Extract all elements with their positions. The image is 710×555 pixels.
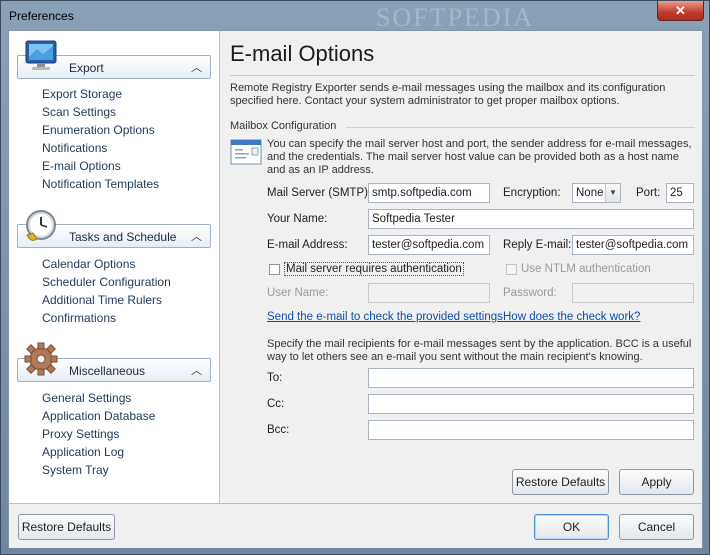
encryption-select[interactable]: None ▼ [572, 183, 621, 203]
title-divider [230, 75, 695, 76]
chevron-up-icon[interactable]: ︿ [191, 228, 202, 244]
label-cc: Cc: [267, 398, 285, 410]
main-panel: E-mail Options Remote Registry Exporter … [220, 31, 702, 503]
send-test-email-link[interactable]: Send the e-mail to check the provided se… [267, 311, 503, 323]
how-check-works-link[interactable]: How does the check work? [503, 311, 640, 323]
monitor-icon [25, 40, 57, 70]
page-title: E-mail Options [230, 41, 375, 66]
use-ntlm-checkbox[interactable] [506, 264, 517, 275]
recipients-description: Specify the mail recipients for e-mail m… [267, 338, 692, 363]
port-input[interactable] [666, 183, 694, 203]
sidebar-item-notifications[interactable]: Notifications [42, 141, 107, 155]
sidebar-item-enumeration-options[interactable]: Enumeration Options [42, 123, 155, 137]
your-name-input[interactable] [368, 209, 694, 229]
encryption-value: None [576, 187, 604, 199]
preferences-window: Preferences SOFTPEDIA ✕ Export ︿ Export … [0, 0, 710, 555]
email-address-input[interactable] [368, 235, 490, 255]
label-mail-server: Mail Server (SMTP): [267, 187, 372, 199]
window-title: Preferences [9, 9, 74, 23]
user-name-input[interactable] [368, 283, 490, 303]
label-requires-auth[interactable]: Mail server requires authentication [284, 262, 464, 276]
title-bar[interactable]: Preferences SOFTPEDIA ✕ [1, 1, 709, 32]
restore-defaults-button[interactable]: Restore Defaults [18, 514, 115, 540]
sidebar-item-application-log[interactable]: Application Log [42, 445, 124, 459]
client-area: Export ︿ Export Storage Scan Settings En… [8, 30, 703, 548]
label-reply-email: Reply E-mail: [503, 239, 572, 251]
watermark: SOFTPEDIA [376, 3, 535, 32]
clock-icon [26, 210, 56, 241]
sidebar: Export ︿ Export Storage Scan Settings En… [9, 31, 220, 503]
chevron-up-icon[interactable]: ︿ [191, 59, 202, 75]
sidebar-item-system-tray[interactable]: System Tray [42, 463, 109, 477]
chevron-up-icon[interactable]: ︿ [191, 362, 202, 378]
reply-email-input[interactable] [572, 235, 694, 255]
label-encryption: Encryption: [503, 187, 561, 199]
group-label: Tasks and Schedule [69, 230, 177, 244]
section-label-mailbox: Mailbox Configuration [230, 120, 337, 132]
sidebar-item-application-database[interactable]: Application Database [42, 409, 155, 423]
mail-config-icon [230, 139, 262, 165]
mailbox-description: You can specify the mail server host and… [267, 138, 692, 176]
label-use-ntlm: Use NTLM authentication [521, 263, 651, 275]
dropdown-arrow-icon[interactable]: ▼ [605, 184, 620, 202]
label-bcc: Bcc: [267, 424, 290, 436]
cc-input[interactable] [368, 394, 694, 414]
apply-button[interactable]: Apply [619, 469, 694, 495]
sidebar-item-proxy-settings[interactable]: Proxy Settings [42, 427, 119, 441]
to-input[interactable] [368, 368, 694, 388]
sidebar-item-confirmations[interactable]: Confirmations [42, 311, 116, 325]
label-port: Port: [636, 187, 661, 199]
label-password: Password: [503, 287, 557, 299]
ok-button[interactable]: OK [534, 514, 609, 540]
password-input[interactable] [572, 283, 694, 303]
label-email-address: E-mail Address: [267, 239, 348, 251]
cancel-button[interactable]: Cancel [619, 514, 694, 540]
sidebar-item-scheduler-configuration[interactable]: Scheduler Configuration [42, 275, 171, 289]
mail-server-input[interactable] [368, 183, 490, 203]
sidebar-item-additional-time-rulers[interactable]: Additional Time Rulers [42, 293, 162, 307]
sidebar-item-calendar-options[interactable]: Calendar Options [42, 257, 135, 271]
close-icon: ✕ [675, 3, 686, 18]
sidebar-item-email-options[interactable]: E-mail Options [42, 159, 121, 173]
label-to: To: [267, 372, 283, 384]
group-label: Miscellaneous [69, 364, 146, 378]
sidebar-item-general-settings[interactable]: General Settings [42, 391, 131, 405]
intro-text: Remote Registry Exporter sends e-mail me… [230, 82, 666, 107]
sidebar-item-notification-templates[interactable]: Notification Templates [42, 177, 159, 191]
gear-icon [24, 342, 58, 376]
group-label: Export [69, 61, 104, 75]
section-divider [346, 127, 695, 128]
label-user-name: User Name: [267, 287, 329, 299]
sidebar-item-scan-settings[interactable]: Scan Settings [42, 105, 116, 119]
dialog-footer: Restore Defaults OK Cancel [9, 503, 702, 548]
close-button[interactable]: ✕ [657, 1, 704, 21]
page-restore-defaults-button[interactable]: Restore Defaults [512, 469, 609, 495]
sidebar-item-export-storage[interactable]: Export Storage [42, 87, 122, 101]
requires-auth-checkbox[interactable] [269, 264, 280, 275]
label-your-name: Your Name: [267, 213, 328, 225]
bcc-input[interactable] [368, 420, 694, 440]
